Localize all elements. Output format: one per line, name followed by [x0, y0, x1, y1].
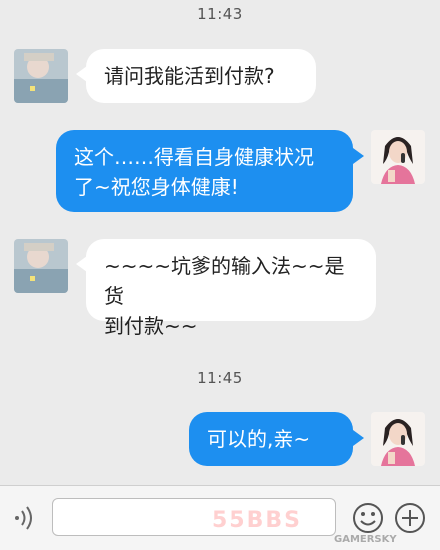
message-text-line: ~~~~坑爹的输入法~~是货: [104, 254, 345, 308]
contact-avatar[interactable]: [14, 239, 68, 293]
message-bubble-incoming[interactable]: 请问我能活到付款?: [86, 49, 316, 103]
message-bubble-outgoing[interactable]: 可以的,亲~: [189, 412, 353, 466]
my-avatar[interactable]: [371, 412, 425, 466]
message-text: 请问我能活到付款?: [104, 64, 275, 88]
timestamp: 11:45: [197, 369, 243, 387]
message-text: 可以的,亲~: [207, 427, 311, 451]
message-text-line: 这个……得看自身健康状况: [74, 145, 314, 169]
contact-avatar[interactable]: [14, 49, 68, 103]
message-bubble-incoming[interactable]: ~~~~坑爹的输入法~~是货 到付款~~: [86, 239, 376, 338]
watermark-sublogo: GAMERSKY: [334, 534, 397, 545]
message-text-line: 到付款~~: [104, 314, 198, 338]
my-avatar[interactable]: [371, 130, 425, 184]
voice-icon[interactable]: [12, 504, 40, 536]
message-text-line: 了~祝您身体健康!: [74, 175, 239, 199]
plus-icon[interactable]: [394, 502, 426, 538]
message-bubble-outgoing[interactable]: 这个……得看自身健康状况 了~祝您身体健康!: [56, 130, 353, 212]
watermark-logo: 55BBS: [212, 508, 302, 533]
emoji-icon[interactable]: [352, 502, 384, 538]
timestamp: 11:43: [197, 5, 243, 23]
